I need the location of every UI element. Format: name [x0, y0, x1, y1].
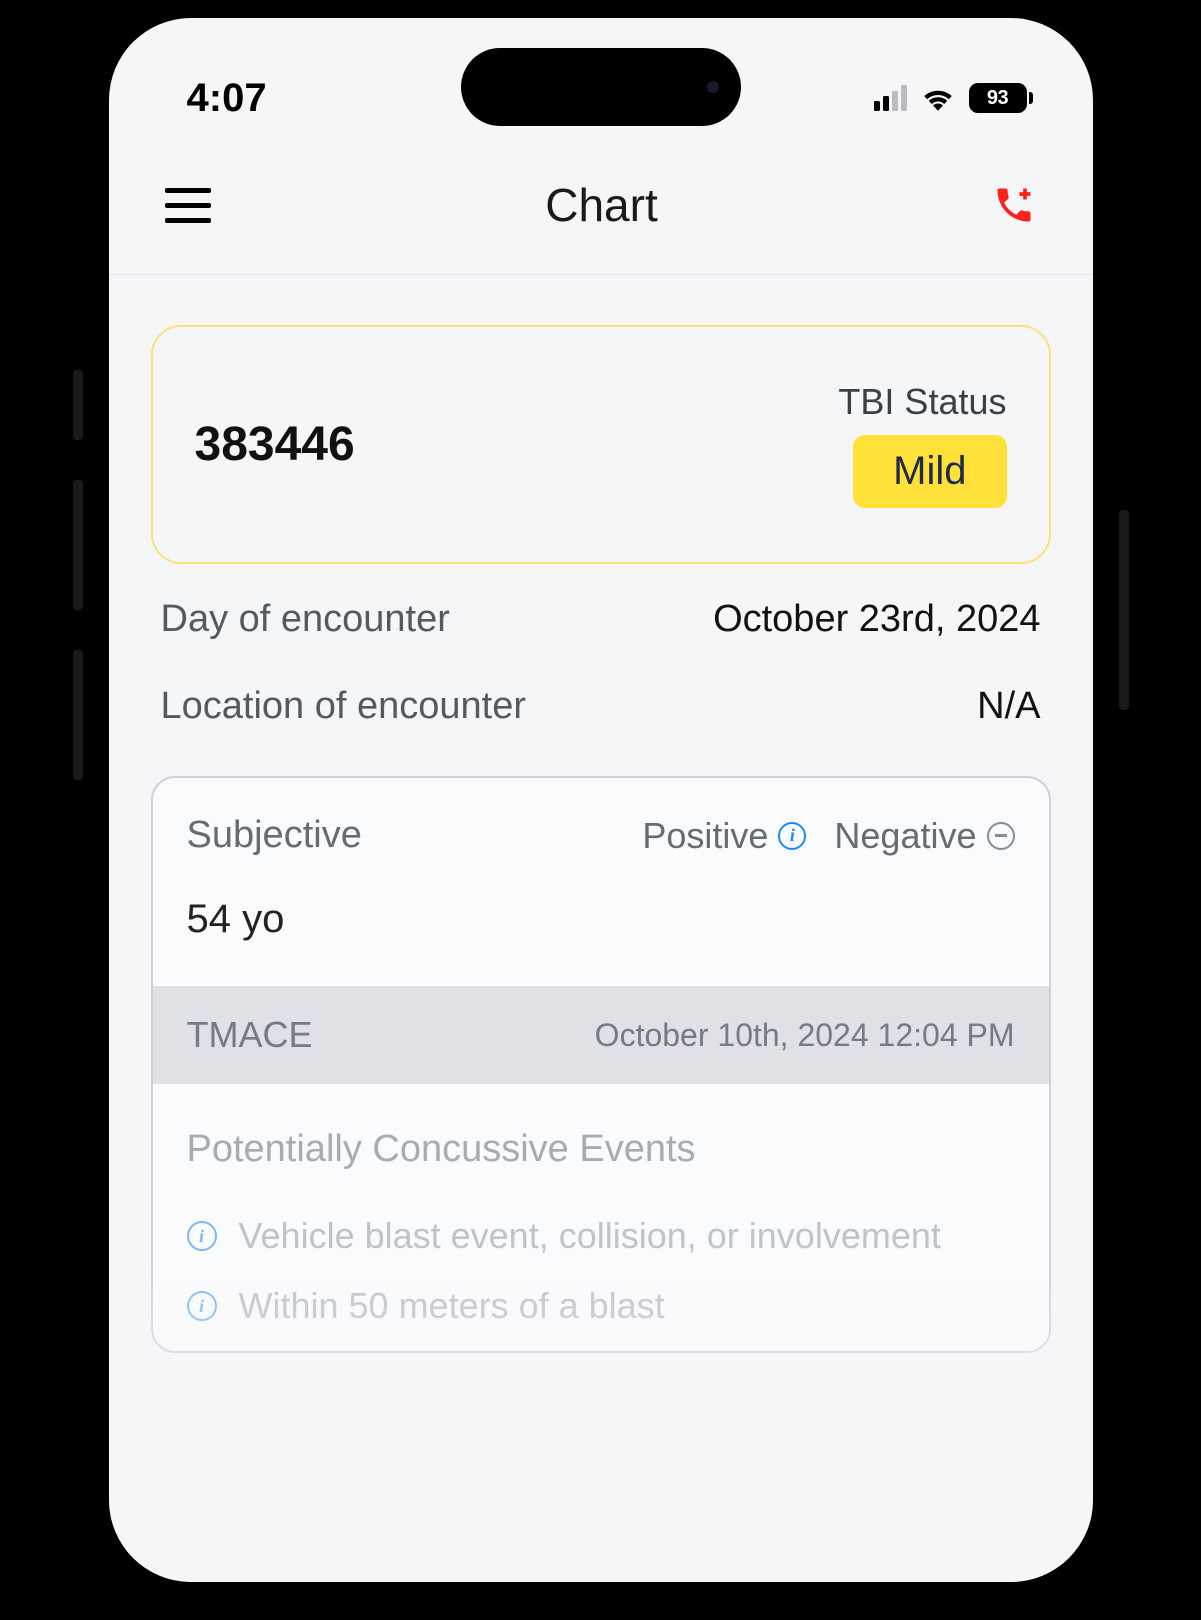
dynamic-island [461, 48, 741, 126]
patient-summary-card[interactable]: 383446 TBI Status Mild [151, 325, 1051, 564]
encounter-day-row: Day of encounter October 23rd, 2024 [151, 564, 1051, 651]
side-button [73, 650, 83, 780]
pce-item-text: Within 50 meters of a blast [239, 1285, 665, 1327]
pce-item-text: Vehicle blast event, collision, or invol… [239, 1215, 941, 1257]
emergency-call-button[interactable] [992, 183, 1036, 227]
tbi-status-block: TBI Status Mild [838, 381, 1006, 508]
encounter-location-value: N/A [977, 685, 1040, 728]
battery-percentage: 93 [987, 87, 1008, 110]
legend-positive[interactable]: Positive [642, 815, 806, 857]
phone-screen: 4:07 93 [109, 18, 1093, 1582]
side-button [1119, 510, 1129, 710]
subjective-header: Subjective Positive Negative [153, 778, 1049, 877]
chart-content: 383446 TBI Status Mild Day of encounter … [109, 275, 1093, 1353]
minus-circle-icon [987, 822, 1015, 850]
status-indicators: 93 [874, 83, 1033, 113]
encounter-day-value: October 23rd, 2024 [713, 598, 1040, 641]
battery-indicator: 93 [969, 83, 1033, 113]
subjective-card: Subjective Positive Negative 54 yo [151, 776, 1051, 1353]
patient-age: 54 yo [153, 877, 1049, 986]
status-time: 4:07 [187, 76, 267, 121]
pce-title: Potentially Concussive Events [187, 1128, 1015, 1171]
tmace-row[interactable]: TMACE October 10th, 2024 12:04 PM [153, 986, 1049, 1084]
legend-group: Positive Negative [642, 815, 1014, 857]
subjective-title: Subjective [187, 814, 643, 857]
pce-item[interactable]: Within 50 meters of a blast [187, 1271, 1015, 1341]
camera-dot-icon [707, 81, 719, 93]
info-icon [187, 1291, 217, 1321]
info-icon [187, 1221, 217, 1251]
phone-device-frame: 4:07 93 [81, 0, 1121, 1610]
side-button [73, 480, 83, 610]
wifi-icon [921, 85, 955, 111]
encounter-day-label: Day of encounter [161, 598, 450, 641]
side-button [73, 370, 83, 440]
tmace-label: TMACE [187, 1014, 313, 1056]
cellular-signal-icon [874, 85, 907, 111]
encounter-location-row: Location of encounter N/A [151, 651, 1051, 738]
tbi-status-badge: Mild [853, 435, 1006, 508]
patient-id: 383446 [195, 417, 355, 472]
legend-negative[interactable]: Negative [834, 815, 1014, 857]
legend-positive-label: Positive [642, 815, 768, 857]
pce-section: Potentially Concussive Events Vehicle bl… [153, 1084, 1049, 1351]
menu-button[interactable] [165, 188, 211, 223]
page-title: Chart [545, 178, 657, 232]
info-icon [778, 822, 806, 850]
encounter-location-label: Location of encounter [161, 685, 527, 728]
tbi-status-label: TBI Status [838, 381, 1006, 423]
pce-item[interactable]: Vehicle blast event, collision, or invol… [187, 1201, 1015, 1271]
legend-negative-label: Negative [834, 815, 976, 857]
tmace-timestamp: October 10th, 2024 12:04 PM [595, 1017, 1015, 1054]
app-nav-bar: Chart [109, 138, 1093, 275]
